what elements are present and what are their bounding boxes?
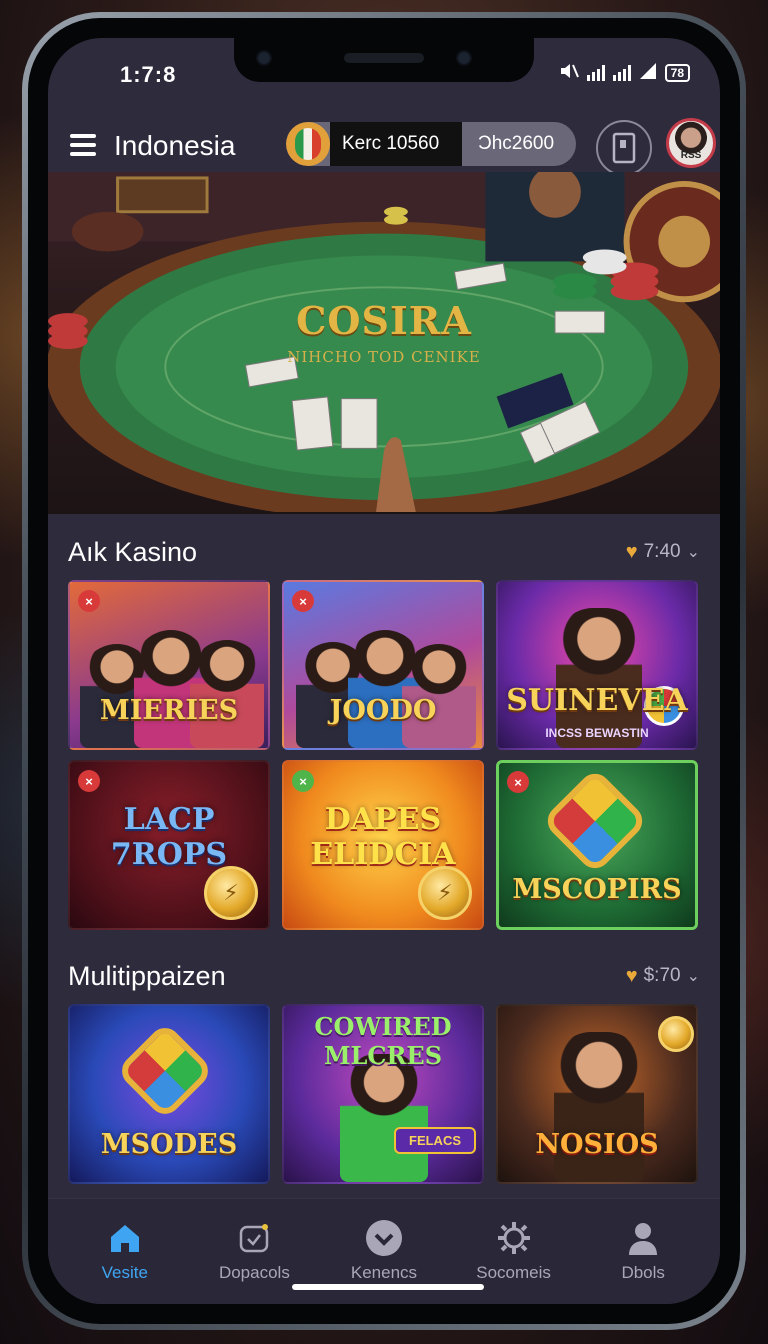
close-icon[interactable]: × bbox=[78, 770, 100, 792]
game-tile[interactable]: × ⚡ LACP 7ROPS bbox=[68, 760, 270, 930]
section-meta-value: 7:40 bbox=[643, 541, 681, 562]
home-indicator[interactable] bbox=[292, 1284, 484, 1290]
game-grid-multi: MSODES COWIRED MLCRES FELACS NOSIOS bbox=[68, 1004, 704, 1184]
nav-label: Dbols bbox=[621, 1263, 665, 1282]
game-title: LACP 7ROPS bbox=[110, 802, 228, 872]
game-title: SUINEVEA bbox=[506, 683, 688, 718]
close-icon[interactable]: × bbox=[78, 590, 100, 612]
hero-title: COSIRA bbox=[296, 298, 472, 343]
game-tile[interactable]: SUINEVEA INCSS BEWASTIN bbox=[496, 580, 698, 750]
status-icons: 78 bbox=[559, 62, 690, 83]
game-title: MIERIES bbox=[99, 695, 239, 726]
camera-icon bbox=[256, 50, 272, 66]
wifi-icon bbox=[639, 63, 657, 82]
section-header-kasino: Aık Kasino ♥ 7:40 ⌄ bbox=[68, 532, 700, 572]
device-button[interactable] bbox=[596, 120, 652, 176]
check-icon bbox=[365, 1219, 403, 1257]
game-grid-kasino: × MIERIES × JOODO SUINEVEA INCSS BEWASTI… bbox=[68, 580, 704, 930]
coin-icon: ⚡ bbox=[204, 866, 258, 920]
game-tile[interactable]: MSODES bbox=[68, 1004, 270, 1184]
heart-icon: ♥ bbox=[625, 964, 638, 987]
hero-banner[interactable]: COSIRA NIHCHO TOD CENIKE bbox=[48, 172, 720, 514]
game-tile-selected[interactable]: × MSCOPIRS bbox=[496, 760, 698, 930]
game-tile[interactable]: × ⚡ DAPES ELIDCIA bbox=[282, 760, 484, 930]
home-icon bbox=[106, 1219, 144, 1257]
menu-icon[interactable] bbox=[70, 134, 96, 156]
game-title: JOODO bbox=[329, 695, 437, 726]
nav-label: Dopacols bbox=[218, 1263, 290, 1282]
avatar-caption: RSS bbox=[680, 150, 702, 161]
section-title: Mulitippaizen bbox=[68, 960, 226, 991]
sensor-icon bbox=[456, 50, 472, 66]
section-filter[interactable]: ♥ $:70 ⌄ bbox=[626, 965, 700, 988]
balance-pill[interactable]: Kerc 10560 Ͻhc2600 bbox=[286, 122, 576, 166]
section-header-multi: Mulitippaizen ♥ $:70 ⌄ bbox=[68, 956, 700, 996]
mute-icon bbox=[559, 62, 579, 83]
game-title: MSODES bbox=[100, 1129, 238, 1160]
section-filter[interactable]: ♥ 7:40 ⌄ bbox=[626, 541, 700, 564]
deposit-icon bbox=[235, 1219, 273, 1257]
avatar[interactable]: RSS bbox=[666, 118, 716, 168]
phone-bezel: 1:7:8 78 Indonesia Kerc 10560 Ͻhc2600 RS… bbox=[28, 18, 740, 1324]
gem-icon bbox=[541, 767, 649, 875]
status-time: 1:7:8 bbox=[120, 62, 177, 87]
game-subtitle: INCSS BEWASTIN bbox=[545, 726, 649, 740]
chevron-down-icon: ⌄ bbox=[686, 968, 700, 985]
section-title: Aık Kasino bbox=[68, 536, 198, 567]
status-bar: 1:7:8 78 bbox=[48, 38, 720, 98]
settings-icon bbox=[495, 1219, 533, 1257]
signal-icon bbox=[586, 64, 605, 81]
camera-notch bbox=[234, 38, 534, 82]
game-tile[interactable]: × JOODO bbox=[282, 580, 484, 750]
game-title: MSCOPIRS bbox=[512, 874, 682, 905]
phone-frame: 1:7:8 78 Indonesia Kerc 10560 Ͻhc2600 RS… bbox=[22, 12, 746, 1330]
game-title: DAPES ELIDCIA bbox=[310, 802, 456, 872]
balance-primary: Kerc 10560 bbox=[330, 122, 462, 166]
nav-label: Socomeis bbox=[476, 1263, 551, 1282]
nav-home[interactable]: Vesite bbox=[65, 1199, 185, 1304]
balance-secondary: Ͻhc2600 bbox=[478, 133, 555, 154]
game-title: NOSIOS bbox=[535, 1129, 659, 1160]
hero-subtitle: NIHCHO TOD CENIKE bbox=[287, 348, 481, 366]
game-tile[interactable]: NOSIOS bbox=[496, 1004, 698, 1184]
speaker-grille bbox=[344, 53, 424, 63]
close-icon[interactable]: × bbox=[507, 771, 529, 793]
signal2-icon bbox=[612, 64, 631, 81]
device-icon bbox=[612, 132, 636, 164]
region-title[interactable]: Indonesia bbox=[114, 130, 235, 162]
nav-label: Kenencs bbox=[350, 1263, 418, 1282]
game-title: COWIRED MLCRES bbox=[314, 1012, 452, 1070]
close-icon[interactable]: × bbox=[292, 590, 314, 612]
chevron-down-icon: ⌄ bbox=[686, 544, 700, 561]
game-badge: FELACS bbox=[394, 1127, 476, 1154]
game-tile[interactable]: COWIRED MLCRES FELACS bbox=[282, 1004, 484, 1184]
game-tile[interactable]: × MIERIES bbox=[68, 580, 270, 750]
app-screen: 1:7:8 78 Indonesia Kerc 10560 Ͻhc2600 RS… bbox=[48, 38, 720, 1304]
nav-label: Vesite bbox=[101, 1263, 148, 1282]
app-header: Indonesia Kerc 10560 Ͻhc2600 RSS bbox=[48, 116, 720, 176]
flag-icon bbox=[286, 122, 330, 166]
check-badge-icon[interactable]: × bbox=[292, 770, 314, 792]
heart-icon: ♥ bbox=[625, 540, 638, 563]
section-meta-value: $:70 bbox=[643, 965, 681, 986]
coin-icon: ⚡ bbox=[418, 866, 472, 920]
profile-icon bbox=[624, 1219, 662, 1257]
nav-profile[interactable]: Dbols bbox=[583, 1199, 703, 1304]
gem-icon bbox=[115, 1021, 215, 1121]
coin-icon bbox=[658, 1016, 694, 1052]
battery-icon: 78 bbox=[664, 63, 690, 82]
